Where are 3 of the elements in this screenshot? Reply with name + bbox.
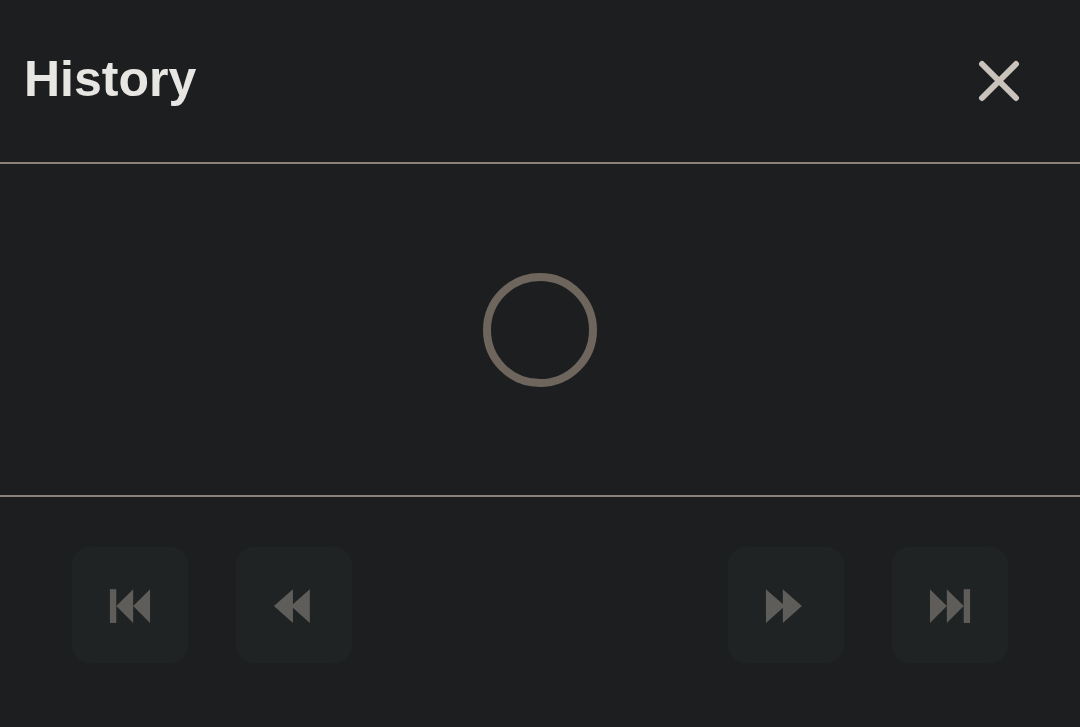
close-button[interactable]: [976, 58, 1022, 104]
close-icon: [978, 60, 1020, 102]
page-title: History: [24, 50, 197, 108]
